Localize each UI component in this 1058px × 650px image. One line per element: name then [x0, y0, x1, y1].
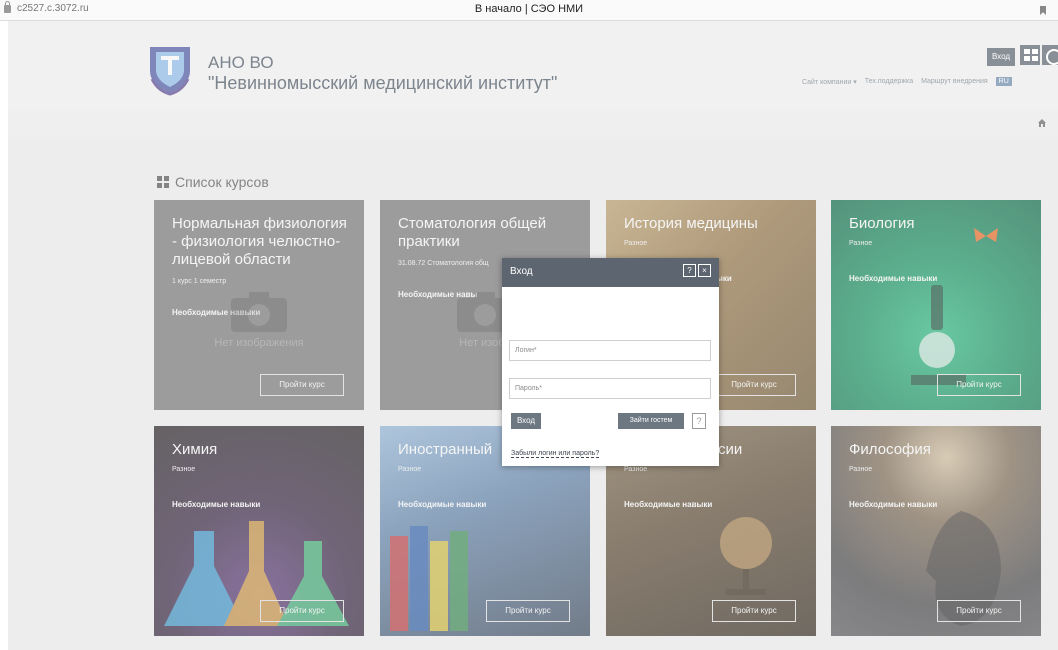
login-button[interactable]: Вход [511, 413, 541, 429]
help-icon[interactable]: ? [683, 264, 696, 277]
page: АНО ВО "Невинномысский медицинский инсти… [8, 21, 1058, 650]
login-dialog: Вход ? × Логин* Пароль* Вход Зайти госте… [502, 258, 719, 466]
tab-title: В начало | СЭО НМИ [474, 3, 584, 15]
guest-login-button[interactable]: Зайти гостем [618, 413, 684, 429]
dialog-title: Вход [510, 266, 533, 277]
dialog-header: Вход ? × [502, 258, 719, 287]
forgot-password-link[interactable]: Забыли логин или пароль? [511, 450, 600, 458]
browser-bar: c2527.c.3072.ru В начало | СЭО НМИ [0, 0, 1058, 21]
dialog-controls: ? × [683, 264, 711, 277]
close-icon[interactable]: × [698, 264, 711, 277]
password-input[interactable]: Пароль* [509, 378, 711, 399]
login-input[interactable]: Логин* [509, 340, 711, 361]
guest-help-icon[interactable]: ? [692, 413, 706, 429]
